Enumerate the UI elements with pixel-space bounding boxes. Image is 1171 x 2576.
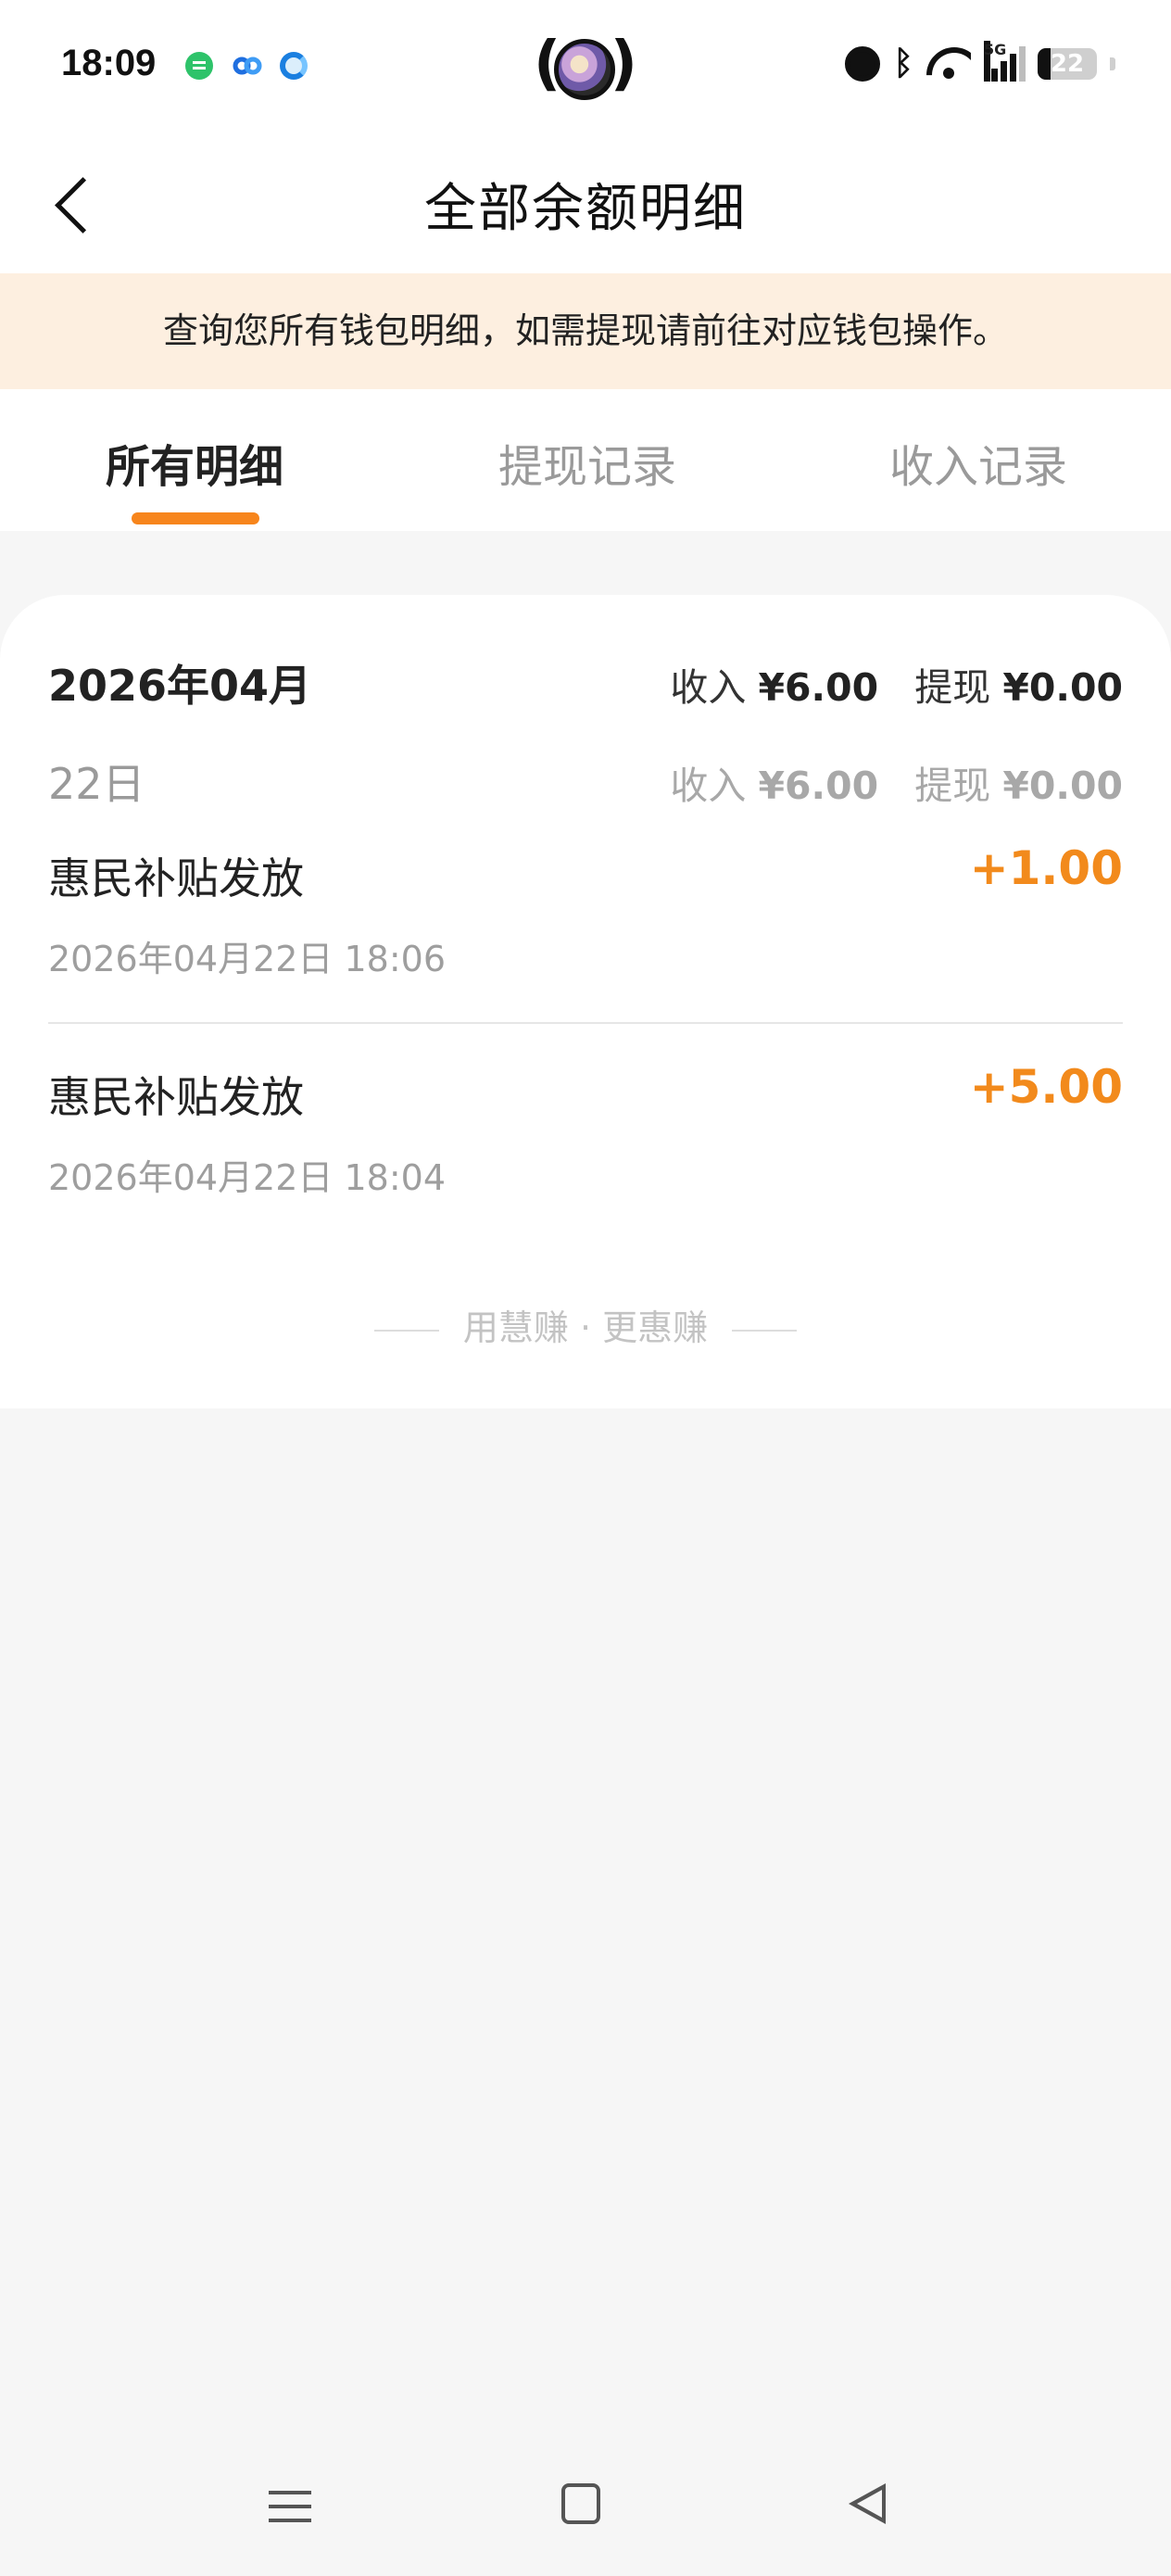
day-income-value: ¥6.00	[758, 764, 879, 808]
battery-level: 22	[1050, 49, 1085, 78]
wifi-icon	[926, 47, 971, 81]
transaction-time: 2026年04月22日 18:06	[48, 939, 447, 979]
status-bar: 18:09 ( ) ᛒ 5G 22	[0, 0, 1171, 139]
cloud-app-icon	[232, 52, 262, 80]
tab-active-indicator	[132, 512, 259, 524]
row-divider	[48, 1022, 1123, 1024]
status-icons: ᛒ 5G 22	[845, 40, 1115, 82]
notice-banner: 查询您所有钱包明细，如需提现请前往对应钱包操作。	[0, 273, 1171, 389]
network-type: 5G	[984, 40, 1006, 82]
month-income-label: 收入	[670, 665, 747, 710]
tab-all-details[interactable]: 所有明细	[56, 430, 334, 495]
slogan-line-left	[373, 1329, 439, 1332]
right-paren-glyph: )	[610, 30, 637, 98]
day-summary: 22日 收入 ¥6.00 提现 ¥0.00	[48, 751, 1123, 809]
month-withdraw-value: ¥0.00	[1002, 665, 1123, 710]
tab-withdraw-records[interactable]: 提现记录	[448, 430, 726, 495]
system-back-button[interactable]	[849, 2483, 889, 2524]
tab-bar: 所有明细 提现记录 收入记录	[0, 389, 1171, 531]
transaction-row[interactable]: 惠民补贴发放 +5.00 2026年04月22日 18:04	[48, 1060, 1123, 1277]
month-totals: 收入 ¥6.00 提现 ¥0.00	[670, 656, 1123, 712]
browser-app-icon	[280, 52, 308, 80]
transaction-title: 惠民补贴发放	[48, 1072, 304, 1122]
system-nav-bar	[0, 2446, 1171, 2576]
signal-icon: 5G	[984, 40, 1026, 82]
message-app-icon	[185, 52, 213, 80]
month-withdraw-label: 提现	[914, 665, 991, 710]
home-button[interactable]	[561, 2483, 600, 2524]
bluetooth-icon: ᛒ	[893, 44, 913, 82]
camera-indicator: ( )	[534, 30, 637, 104]
details-card: 2026年04月 收入 ¥6.00 提现 ¥0.00 22日 收入 ¥6.00 …	[0, 595, 1171, 1408]
battery-cap	[1110, 57, 1115, 70]
day-totals: 收入 ¥6.00 提现 ¥0.00	[670, 754, 1123, 810]
transaction-amount: +5.00	[969, 1060, 1123, 1114]
transaction-row[interactable]: 惠民补贴发放 +1.00 2026年04月22日 18:06	[48, 841, 1123, 1058]
month-summary: 2026年04月 收入 ¥6.00 提现 ¥0.00	[48, 652, 1123, 711]
day-withdraw-value: ¥0.00	[1002, 764, 1123, 808]
tab-income-records[interactable]: 收入记录	[839, 430, 1117, 495]
transaction-title: 惠民补贴发放	[48, 853, 304, 903]
transaction-time: 2026年04月22日 18:04	[48, 1157, 447, 1198]
day-income-label: 收入	[670, 764, 747, 808]
day-withdraw-label: 提现	[914, 764, 991, 808]
avatar	[554, 39, 615, 100]
recent-apps-button[interactable]	[269, 2487, 311, 2524]
nav-bar: 全部余额明细	[0, 139, 1171, 273]
page-title: 全部余额明细	[424, 179, 747, 239]
transaction-amount: +1.00	[969, 841, 1123, 895]
battery-icon: 22	[1038, 47, 1097, 80]
month-income-value: ¥6.00	[758, 665, 879, 710]
slogan-line-right	[732, 1329, 798, 1332]
slogan-text: 用慧赚 · 更惠赚	[462, 1307, 709, 1348]
footer-slogan: 用慧赚 · 更惠赚	[0, 1299, 1171, 1350]
status-time: 18:09	[61, 43, 157, 83]
month-label: 2026年04月	[48, 661, 312, 711]
day-label: 22日	[48, 759, 145, 809]
alarm-icon	[845, 45, 881, 82]
